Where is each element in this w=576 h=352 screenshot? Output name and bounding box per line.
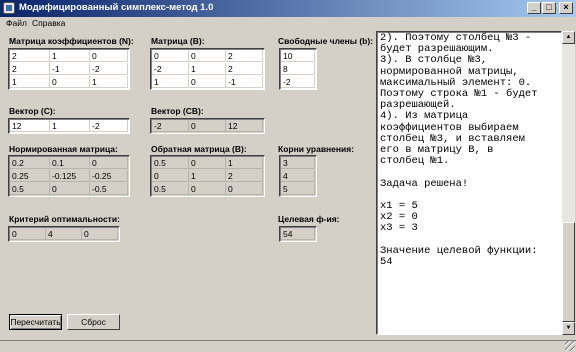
norm-cell: 0.5 xyxy=(10,183,50,195)
recalculate-button[interactable]: Пересчитать xyxy=(9,314,62,330)
norm-cell: 0.2 xyxy=(10,157,50,169)
inverse-cell: 0 xyxy=(152,170,189,182)
solution-log[interactable]: 2). Поэтому столбец №3 - будет разрешающ… xyxy=(376,31,562,335)
coef-cell[interactable]: 1 xyxy=(90,76,128,88)
inverse-cell: 0.5 xyxy=(152,183,189,195)
matrix-b-cell[interactable]: 1 xyxy=(189,63,226,75)
root-cell: 4 xyxy=(281,170,315,182)
objective-value: 54 xyxy=(281,228,315,240)
roots-grid: 3 4 5 xyxy=(279,155,317,197)
matrix-b-cell[interactable]: 1 xyxy=(152,76,189,88)
free-term-cell[interactable]: -2 xyxy=(281,76,315,88)
free-term-cell[interactable]: 8 xyxy=(281,63,315,75)
matrix-b-cell[interactable]: 0 xyxy=(189,76,226,88)
vector-cb-grid: -2 0 12 xyxy=(150,118,265,134)
matrix-b-cell[interactable]: 2 xyxy=(226,63,263,75)
coef-cell[interactable]: 2 xyxy=(10,50,50,62)
norm-matrix-label: Нормированная матрица: xyxy=(9,144,118,154)
norm-matrix-grid: 0.2 0.1 0 0.25 -0.125 -0.25 0.5 0 -0.5 xyxy=(8,155,130,197)
close-button[interactable]: × xyxy=(559,2,573,14)
criterion-cell: 0 xyxy=(10,228,46,240)
vector-c-label: Вектор (C): xyxy=(9,106,56,116)
menu-bar: Файл Справка xyxy=(0,17,576,30)
matrix-b-cell[interactable]: 0 xyxy=(189,50,226,62)
criterion-label: Критерий оптимальности: xyxy=(9,214,120,224)
coef-cell[interactable]: 1 xyxy=(50,50,90,62)
arrow-up-icon[interactable]: ▲ xyxy=(562,31,575,44)
inverse-cell: 0 xyxy=(189,183,226,195)
norm-cell: 0 xyxy=(50,183,90,195)
root-cell: 3 xyxy=(281,157,315,169)
inverse-cell: 0 xyxy=(226,183,263,195)
objective-label: Целевая ф-ия: xyxy=(278,214,340,224)
free-terms-label: Свободные члены (b): xyxy=(278,36,374,46)
coef-cell[interactable]: -1 xyxy=(50,63,90,75)
matrix-b-label: Матрица (B): xyxy=(151,36,205,46)
vector-c-cell[interactable]: 1 xyxy=(50,120,90,132)
arrow-down-icon[interactable]: ▼ xyxy=(562,322,575,335)
criterion-grid: 0 4 0 xyxy=(8,226,120,242)
title-bar: Модифицированный симплекс-метод 1.0 _ □ … xyxy=(0,0,576,17)
inverse-matrix-grid: 0.5 0 1 0 1 2 0.5 0 0 xyxy=(150,155,265,197)
vector-cb-label: Вектор (CB): xyxy=(151,106,204,116)
vector-cb-cell: 0 xyxy=(189,120,226,132)
inverse-cell: 1 xyxy=(226,157,263,169)
inverse-cell: 2 xyxy=(226,170,263,182)
minimize-button[interactable]: _ xyxy=(527,2,541,14)
coef-cell[interactable]: 1 xyxy=(10,76,50,88)
status-bar xyxy=(0,340,576,352)
matrix-b-cell[interactable]: -2 xyxy=(152,63,189,75)
free-terms-grid[interactable]: 10 8 -2 xyxy=(279,48,317,90)
coef-matrix-grid[interactable]: 2 1 0 2 -1 -2 1 0 1 xyxy=(8,48,130,90)
menu-file[interactable]: Файл xyxy=(6,18,27,28)
app-icon[interactable] xyxy=(3,2,15,14)
coef-cell[interactable]: 2 xyxy=(10,63,50,75)
coef-cell[interactable]: 0 xyxy=(90,50,128,62)
vector-c-grid[interactable]: 12 1 -2 xyxy=(8,118,130,134)
vector-c-cell[interactable]: 12 xyxy=(10,120,50,132)
inverse-matrix-label: Обратная матрица (B): xyxy=(151,144,247,154)
matrix-b-grid[interactable]: 0 0 2 -2 1 2 1 0 -1 xyxy=(150,48,265,90)
maximize-button[interactable]: □ xyxy=(542,2,556,14)
norm-cell: -0.25 xyxy=(90,170,128,182)
inverse-cell: 0.5 xyxy=(152,157,189,169)
norm-cell: 0.25 xyxy=(10,170,50,182)
criterion-cell: 4 xyxy=(46,228,82,240)
vector-cb-cell: -2 xyxy=(152,120,189,132)
matrix-b-cell[interactable]: 0 xyxy=(152,50,189,62)
scroll-thumb[interactable] xyxy=(562,222,575,322)
norm-cell: 0.1 xyxy=(50,157,90,169)
vector-c-cell[interactable]: -2 xyxy=(90,120,128,132)
matrix-b-cell[interactable]: -1 xyxy=(226,76,263,88)
log-scrollbar[interactable]: ▲ ▼ xyxy=(562,31,575,335)
norm-cell: -0.125 xyxy=(50,170,90,182)
inverse-cell: 1 xyxy=(189,170,226,182)
inverse-cell: 0 xyxy=(189,157,226,169)
objective-field: 54 xyxy=(279,226,317,242)
window-title: Модифицированный симплекс-метод 1.0 xyxy=(19,2,214,13)
coef-matrix-label: Матрица коэффициентов (N): xyxy=(9,36,134,46)
coef-cell[interactable]: 0 xyxy=(50,76,90,88)
norm-cell: -0.5 xyxy=(90,183,128,195)
roots-label: Корни уравнения: xyxy=(278,144,355,154)
norm-cell: 0 xyxy=(90,157,128,169)
criterion-cell: 0 xyxy=(82,228,118,240)
root-cell: 5 xyxy=(281,183,315,195)
vector-cb-cell: 12 xyxy=(226,120,263,132)
menu-help[interactable]: Справка xyxy=(32,18,65,28)
reset-button[interactable]: Сброс xyxy=(67,314,120,330)
free-term-cell[interactable]: 10 xyxy=(281,50,315,62)
resize-grip-icon[interactable] xyxy=(565,341,575,351)
coef-cell[interactable]: -2 xyxy=(90,63,128,75)
matrix-b-cell[interactable]: 2 xyxy=(226,50,263,62)
